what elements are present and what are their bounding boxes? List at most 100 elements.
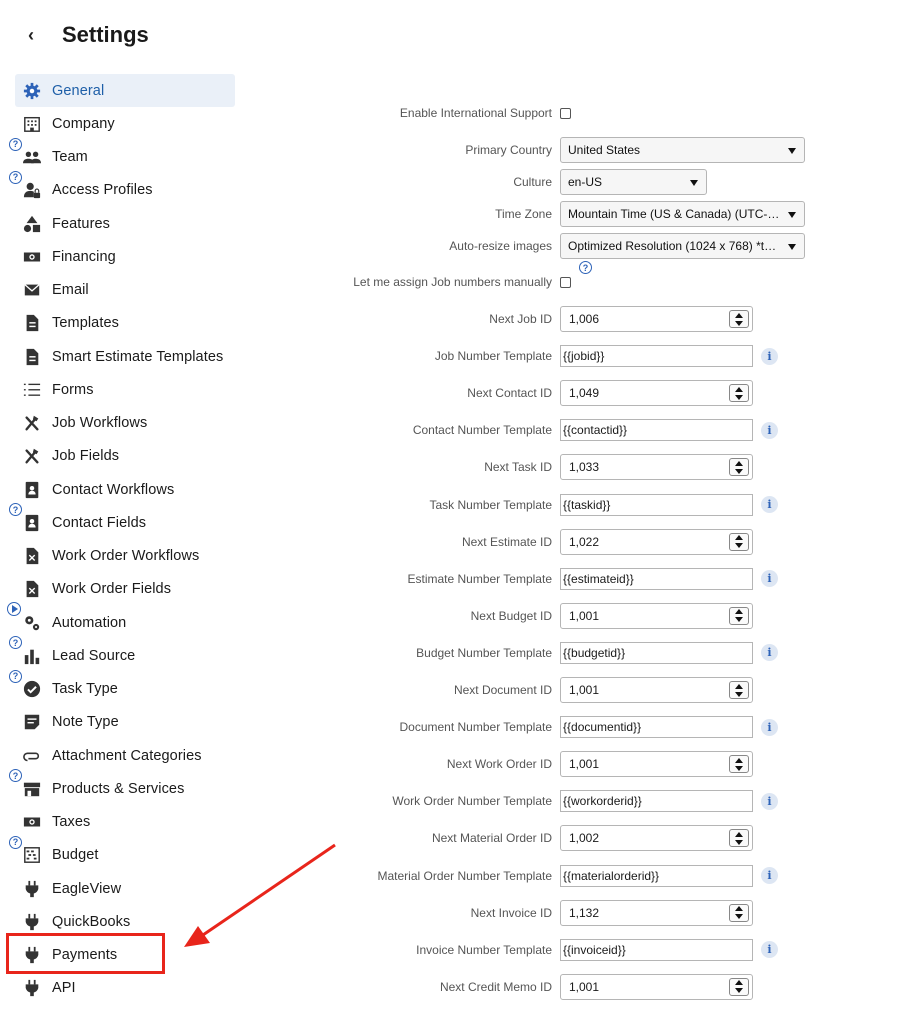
help-icon[interactable]: ? xyxy=(9,137,22,151)
info-icon[interactable]: i xyxy=(761,570,778,588)
info-icon[interactable]: i xyxy=(761,496,778,513)
info-icon[interactable]: i xyxy=(761,792,778,810)
chevron-up-icon[interactable] xyxy=(735,757,743,763)
primary-country-select[interactable]: United States xyxy=(560,137,805,163)
stepper-icon[interactable] xyxy=(729,903,749,922)
chevron-up-icon[interactable] xyxy=(735,609,743,615)
sidebar-item-taxes[interactable]: Taxes xyxy=(15,806,235,839)
chevron-down-icon[interactable] xyxy=(735,617,743,623)
invoice-number-template-input[interactable]: {{invoiceid}} xyxy=(560,938,753,961)
intl-support-checkbox[interactable] xyxy=(560,107,571,119)
next-document-id-input[interactable]: 1,001 xyxy=(560,677,753,703)
budget-number-template-input[interactable]: {{budgetid}} xyxy=(560,641,753,664)
chevron-down-icon[interactable] xyxy=(735,468,743,474)
next-material-order-id-input[interactable]: 1,002 xyxy=(560,825,753,852)
chevron-down-icon[interactable] xyxy=(735,988,743,994)
sidebar-item-job-workflows[interactable]: Job Workflows xyxy=(15,407,235,440)
contact-number-template-input[interactable]: {{contactid}} xyxy=(560,419,753,442)
sidebar-item-smart-estimate-templates[interactable]: Smart Estimate Templates xyxy=(15,340,235,373)
chevron-up-icon[interactable] xyxy=(735,386,743,392)
time-zone-select[interactable]: Mountain Time (US & Canada) (UTC-… xyxy=(560,201,805,227)
info-icon[interactable]: i xyxy=(761,941,778,959)
chevron-down-icon[interactable] xyxy=(735,543,743,549)
chevron-up-icon[interactable] xyxy=(735,831,743,837)
chevron-down-icon[interactable] xyxy=(735,394,743,400)
chevron-down-icon[interactable] xyxy=(735,839,743,845)
next-budget-id-input[interactable]: 1,001 xyxy=(560,602,753,629)
chevron-up-icon[interactable] xyxy=(735,683,743,689)
stepper-icon[interactable] xyxy=(729,681,749,699)
sidebar-item-contact-fields[interactable]: ? Contact Fields xyxy=(9,503,235,539)
sidebar-item-lead-source[interactable]: ? Lead Source xyxy=(9,636,235,672)
info-icon[interactable]: i xyxy=(761,347,778,365)
sidebar-item-contact-workflows[interactable]: Contact Workflows xyxy=(15,473,235,506)
next-estimate-id-input[interactable]: 1,022 xyxy=(560,528,753,555)
stepper-icon[interactable] xyxy=(729,310,749,328)
sidebar-item-team[interactable]: ? Team xyxy=(9,137,235,174)
chevron-down-icon[interactable] xyxy=(735,320,743,326)
sidebar-item-task-type[interactable]: ? Task Type xyxy=(9,669,235,706)
sidebar-item-job-fields[interactable]: Job Fields xyxy=(15,440,235,473)
material-order-number-template-input[interactable]: {{materialorderid}} xyxy=(560,864,753,887)
document-number-template-input[interactable]: {{documentid}} xyxy=(560,716,753,739)
sidebar-item-work-order-workflows[interactable]: Work Order Workflows xyxy=(15,540,235,573)
sidebar-item-budget[interactable]: ? Budget xyxy=(9,835,235,872)
work-order-number-template-input[interactable]: {{workorderid}} xyxy=(560,790,753,813)
next-job-id-input[interactable]: 1,006 xyxy=(560,306,753,332)
sidebar-item-eagleview[interactable]: EagleView xyxy=(15,872,235,905)
job-number-template-input[interactable]: {{jobid}} xyxy=(560,345,753,368)
chevron-up-icon[interactable] xyxy=(735,535,743,541)
sidebar-item-products-services[interactable]: ? Products & Services xyxy=(9,769,235,805)
sidebar-item-features[interactable]: Features xyxy=(15,207,235,240)
sidebar-item-forms[interactable]: Forms xyxy=(15,373,235,406)
stepper-icon[interactable] xyxy=(729,755,749,774)
next-task-id-input[interactable]: 1,033 xyxy=(560,454,753,481)
culture-select[interactable]: en-US xyxy=(560,169,707,195)
sidebar-item-templates[interactable]: Templates xyxy=(15,307,235,340)
estimate-number-template-input[interactable]: {{estimateid}} xyxy=(560,567,753,590)
play-icon[interactable] xyxy=(7,602,21,616)
help-icon[interactable]: ? xyxy=(9,769,22,783)
sidebar-item-attachment-categories[interactable]: Attachment Categories xyxy=(15,739,235,772)
help-icon[interactable]: ? xyxy=(9,503,22,517)
help-icon[interactable]: ? xyxy=(9,835,22,849)
help-icon[interactable]: ? xyxy=(579,261,592,274)
chevron-up-icon[interactable] xyxy=(735,906,743,912)
stepper-icon[interactable] xyxy=(729,606,749,625)
sidebar-item-api[interactable]: API xyxy=(15,972,235,1005)
task-number-template-input[interactable]: {{taskid}} xyxy=(560,493,753,516)
auto-resize-select[interactable]: Optimized Resolution (1024 x 768) *th… xyxy=(560,233,805,259)
sidebar-item-email[interactable]: Email xyxy=(15,274,235,307)
manual-job-checkbox[interactable] xyxy=(560,276,571,288)
sidebar-item-company[interactable]: Company xyxy=(15,107,235,140)
stepper-icon[interactable] xyxy=(729,829,749,848)
sidebar-item-financing[interactable]: Financing xyxy=(15,240,235,273)
next-contact-id-input[interactable]: 1,049 xyxy=(560,380,753,407)
info-icon[interactable]: i xyxy=(761,867,778,884)
stepper-icon[interactable] xyxy=(729,977,749,996)
stepper-icon[interactable] xyxy=(729,384,749,403)
sidebar-item-note-type[interactable]: Note Type xyxy=(15,706,235,739)
plug-icon xyxy=(22,879,42,899)
sidebar-item-general[interactable]: General xyxy=(15,74,235,107)
chevron-up-icon[interactable] xyxy=(735,312,743,318)
chevron-up-icon[interactable] xyxy=(735,460,743,466)
help-icon[interactable]: ? xyxy=(9,636,22,650)
chevron-down-icon[interactable] xyxy=(735,691,743,697)
stepper-icon[interactable] xyxy=(729,458,749,477)
next-invoice-id-input[interactable]: 1,132 xyxy=(560,899,753,926)
chevron-down-icon[interactable] xyxy=(735,914,743,920)
help-icon[interactable]: ? xyxy=(9,170,22,184)
sidebar-item-access-profiles[interactable]: ? Access Profiles xyxy=(9,170,235,207)
sidebar-item-automation[interactable]: Automation xyxy=(7,602,235,639)
help-icon[interactable]: ? xyxy=(9,669,22,683)
chevron-up-icon[interactable] xyxy=(735,980,743,986)
info-icon[interactable]: i xyxy=(761,644,778,662)
chevron-down-icon[interactable] xyxy=(735,765,743,771)
stepper-icon[interactable] xyxy=(729,532,749,551)
info-icon[interactable]: i xyxy=(761,718,778,736)
info-icon[interactable]: i xyxy=(761,421,778,439)
next-credit-memo-id-input[interactable]: 1,001 xyxy=(560,973,753,1000)
sidebar-item-work-order-fields[interactable]: Work Order Fields xyxy=(15,573,235,606)
next-work-order-id-input[interactable]: 1,001 xyxy=(560,751,753,778)
